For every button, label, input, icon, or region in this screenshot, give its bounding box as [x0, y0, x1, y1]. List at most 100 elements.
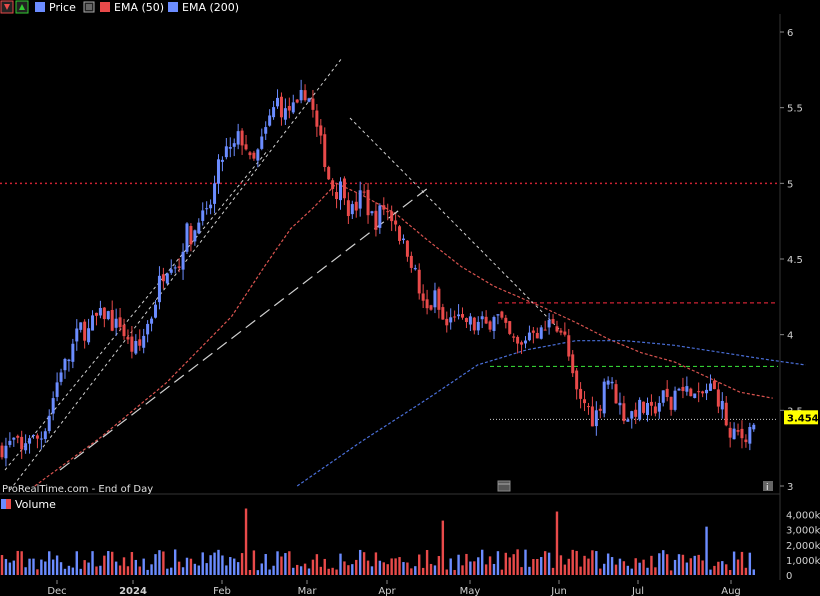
- volume-bar: [638, 562, 641, 575]
- candle-body: [256, 149, 260, 161]
- candle-body: [394, 220, 398, 225]
- candle-body: [594, 410, 598, 427]
- volume-bar: [512, 554, 515, 575]
- volume-bar: [122, 557, 126, 575]
- volume-bar: [500, 569, 504, 575]
- candle-body: [685, 386, 689, 392]
- ema200-line[interactable]: [296, 340, 806, 487]
- volume-bar: [292, 567, 295, 575]
- candle-body: [429, 305, 433, 310]
- volume-bar: [315, 554, 319, 575]
- candle-body: [472, 317, 476, 331]
- candle-body: [106, 311, 110, 320]
- y-tick-label: 5: [787, 179, 793, 190]
- candle-body: [370, 211, 374, 214]
- candle-body: [579, 388, 583, 399]
- candle-body: [240, 130, 244, 146]
- calendar-icon[interactable]: [497, 480, 511, 492]
- candle-body: [358, 190, 362, 209]
- volume-bar: [610, 557, 614, 575]
- volume-bar: [193, 563, 197, 575]
- volume-bar: [24, 567, 27, 575]
- candle-body: [590, 406, 594, 427]
- volume-bar: [355, 559, 358, 575]
- candle-body: [338, 181, 342, 201]
- volume-bar: [177, 561, 181, 575]
- volume-bar: [343, 561, 346, 575]
- candle-body: [512, 336, 516, 338]
- candle-body: [331, 180, 335, 190]
- candle-body: [83, 321, 87, 341]
- volume-bar: [28, 558, 31, 575]
- watermark: ProRealTime.com - End of Day: [2, 484, 153, 495]
- volume-bar: [689, 558, 692, 575]
- volume-bar: [4, 558, 8, 575]
- candle-body: [157, 275, 161, 303]
- volume-bar: [681, 554, 685, 575]
- volume-bar: [563, 564, 567, 575]
- y-tick-label: 5.5: [787, 104, 803, 115]
- candle-body: [4, 445, 8, 459]
- volume-bar: [138, 566, 141, 575]
- candle-body: [401, 238, 405, 241]
- volume-bar: [173, 549, 177, 575]
- candle-body: [307, 98, 311, 102]
- candle-body: [736, 430, 740, 432]
- volume-bar: [622, 561, 626, 575]
- candle-body: [114, 318, 118, 328]
- volume-bar: [233, 558, 236, 575]
- candle-body: [181, 251, 185, 270]
- candle-body: [638, 399, 642, 420]
- volume-bar: [150, 564, 153, 575]
- candle-body: [653, 406, 657, 414]
- candle-body: [315, 110, 319, 127]
- trend-line-up-1[interactable]: [4, 149, 269, 471]
- volume-bar: [362, 552, 366, 575]
- volume-bar: [244, 508, 248, 575]
- volume-bar: [59, 562, 63, 575]
- volume-bar: [240, 553, 244, 575]
- candle-body: [252, 152, 256, 159]
- candle-body: [138, 339, 142, 346]
- volume-bar: [134, 559, 138, 575]
- candle-body: [248, 152, 252, 156]
- volume-bar: [492, 563, 496, 575]
- candle-body: [720, 400, 724, 410]
- candle-body: [303, 90, 307, 101]
- candle-body: [287, 105, 291, 111]
- volume-bar: [473, 561, 476, 575]
- volume-bar: [406, 562, 409, 575]
- volume-bar: [323, 558, 326, 575]
- trend-line-up-3[interactable]: [59, 187, 429, 471]
- volume-bar: [20, 551, 23, 575]
- candle-body: [71, 343, 75, 362]
- trend-line-up-2[interactable]: [9, 57, 343, 491]
- ema50-line[interactable]: [34, 182, 773, 487]
- volume-bar: [524, 549, 527, 575]
- ema50-legend-label: EMA (50): [114, 1, 164, 14]
- candle-body: [236, 131, 240, 145]
- volume-bar: [630, 568, 633, 575]
- svg-text:i: i: [766, 483, 769, 493]
- candle-body: [279, 96, 283, 118]
- candle-body: [661, 390, 665, 403]
- candle-body: [366, 189, 370, 216]
- volume-bar: [71, 567, 75, 575]
- candle-body: [220, 159, 224, 162]
- candle-body: [350, 204, 354, 215]
- volume-bar: [83, 560, 86, 575]
- volume-bar: [709, 569, 712, 575]
- info-icon[interactable]: i: [763, 481, 773, 493]
- volume-bar: [595, 551, 598, 575]
- volume-bar: [296, 564, 299, 575]
- volume-bar: [44, 561, 47, 575]
- candle-body: [563, 331, 567, 335]
- volume-bar: [99, 565, 102, 575]
- volume-bar: [87, 562, 90, 575]
- candle-body: [606, 380, 610, 385]
- candle-body: [98, 307, 102, 316]
- volume-bar: [366, 560, 370, 575]
- volume-bar: [48, 551, 51, 575]
- candle-body: [35, 435, 39, 439]
- candle-body: [516, 336, 520, 344]
